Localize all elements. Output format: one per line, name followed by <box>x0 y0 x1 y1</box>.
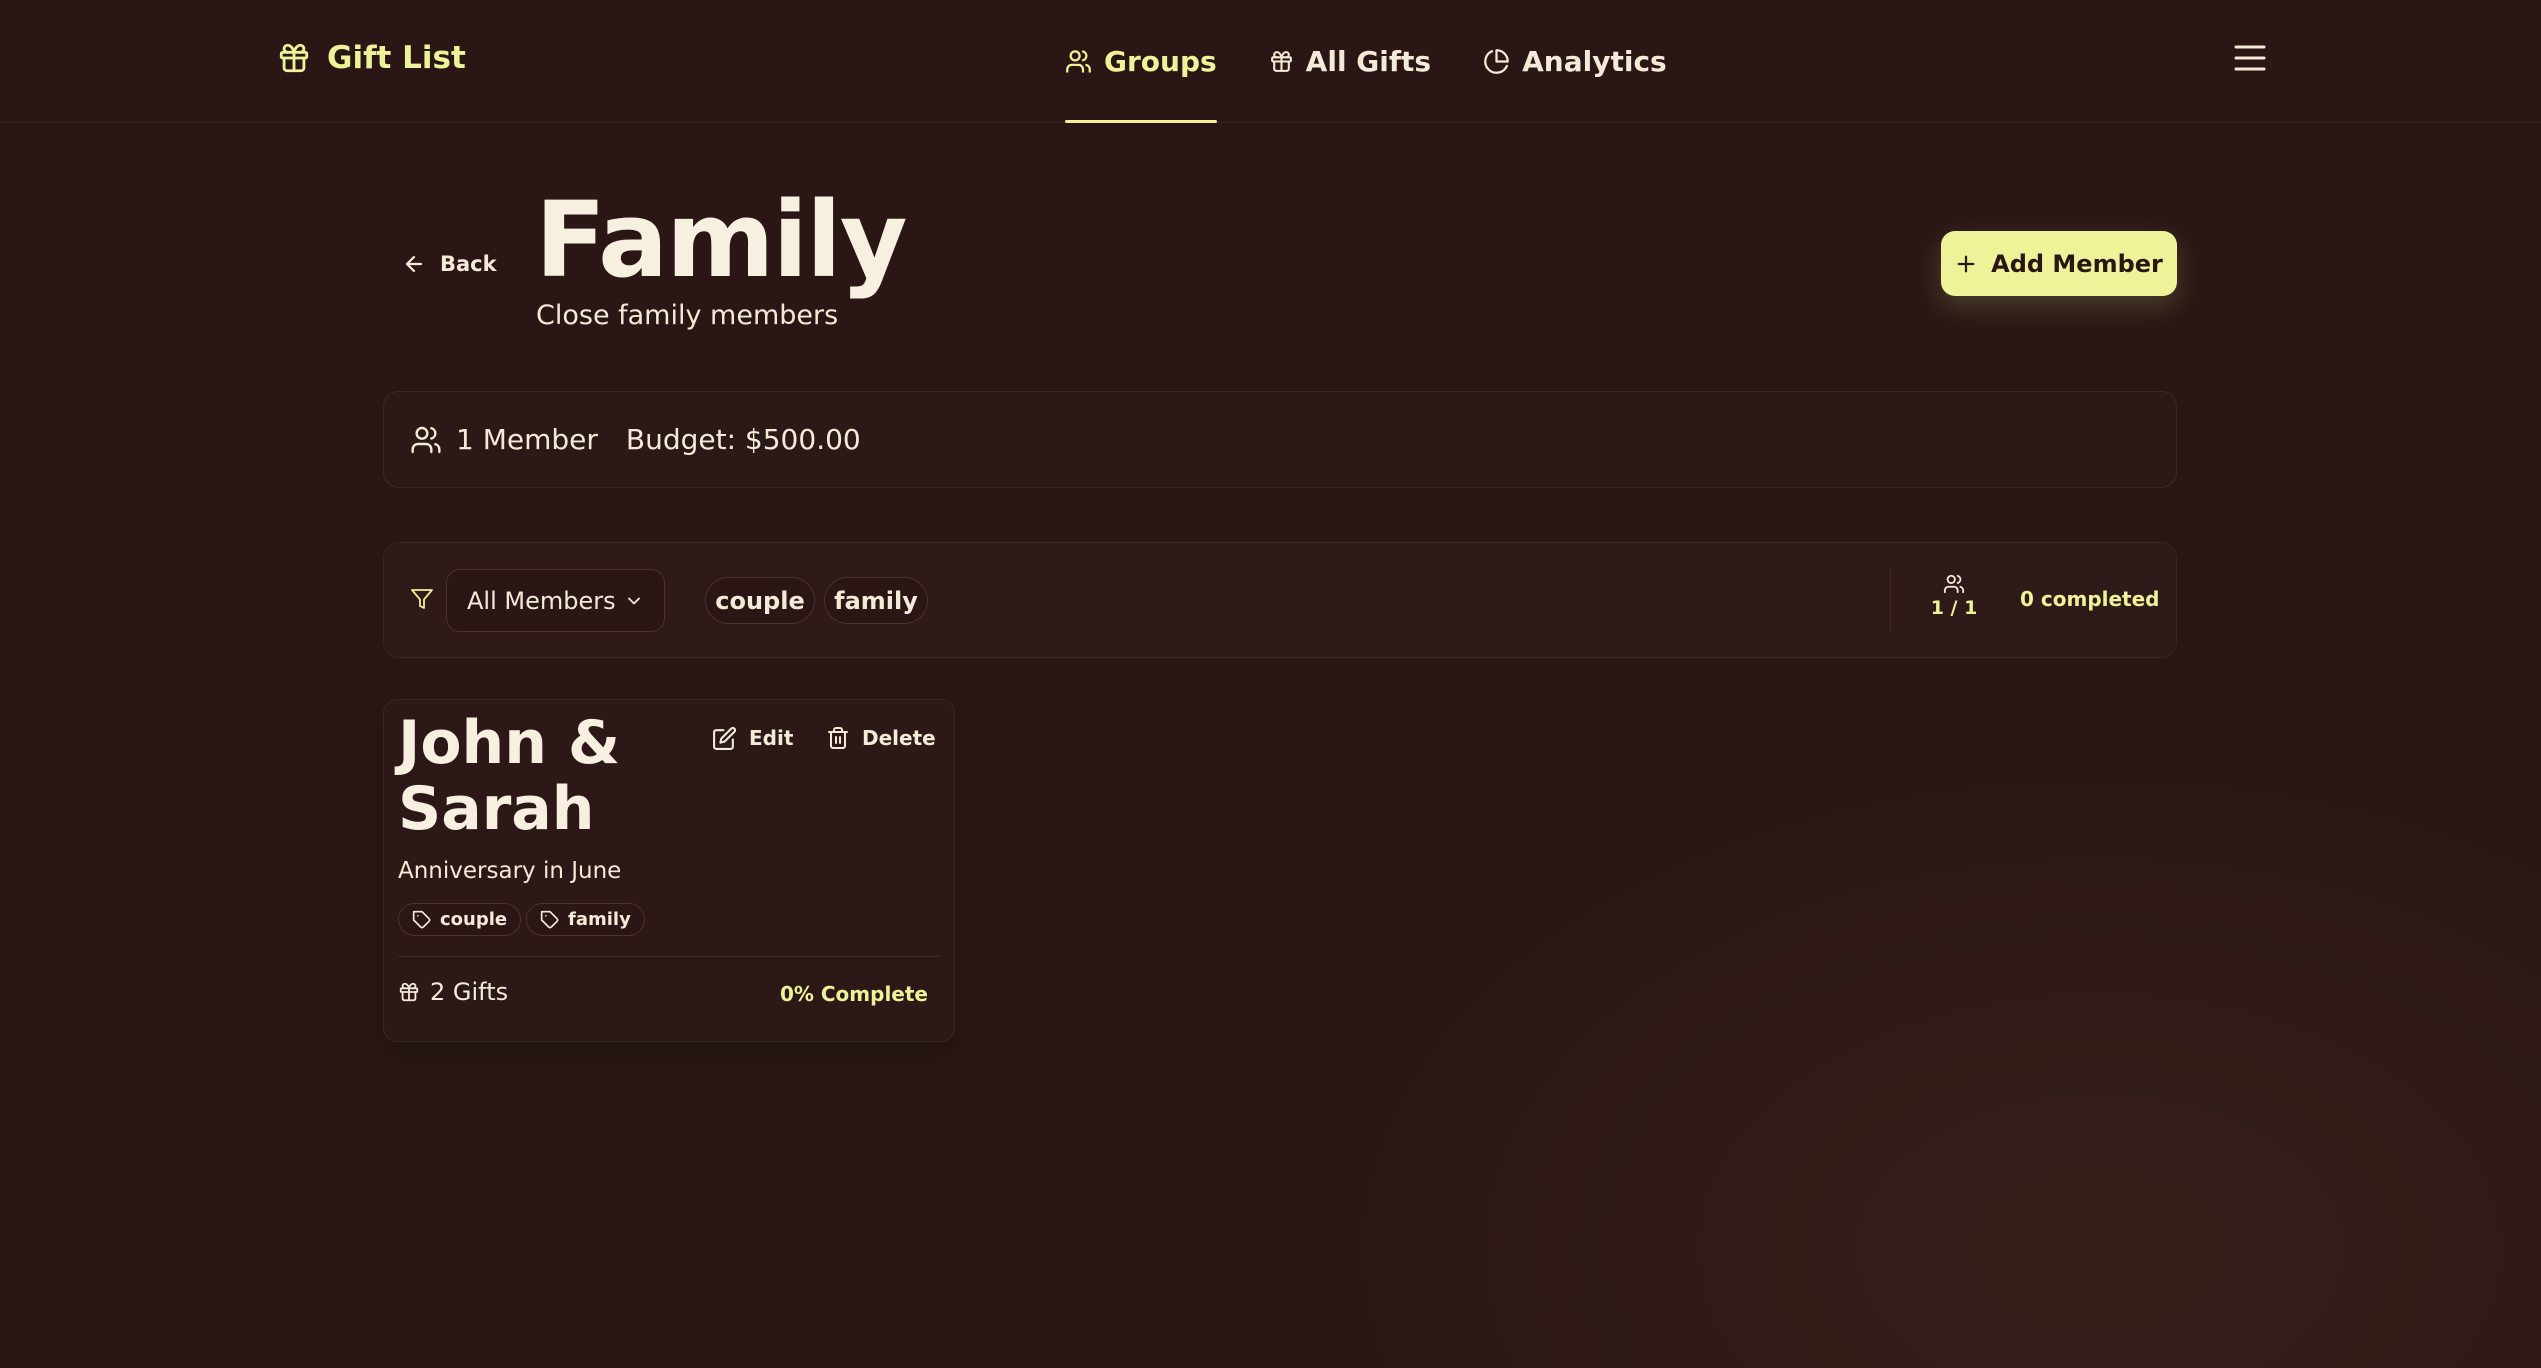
plus-icon <box>1955 253 1977 275</box>
back-label: Back <box>440 252 497 276</box>
edit-member-button[interactable]: Edit <box>712 722 793 754</box>
tag-filter-couple[interactable]: couple <box>705 577 815 624</box>
edit-label: Edit <box>749 726 794 750</box>
member-gift-count: 2 Gifts <box>398 978 508 1006</box>
trash-icon <box>826 726 850 750</box>
chevron-down-icon <box>624 591 644 611</box>
nav-groups-label: Groups <box>1104 45 1217 78</box>
group-stats-bar: 1 Member Budget: $500.00 <box>383 391 2177 488</box>
members-progress: 1 / 1 <box>1928 573 1980 619</box>
add-member-button[interactable]: Add Member <box>1941 231 2177 296</box>
brand-logo-link[interactable]: Gift List <box>277 36 466 80</box>
users-icon <box>1943 573 1965 595</box>
filter-icon <box>410 587 434 611</box>
nav-analytics-label: Analytics <box>1522 45 1667 78</box>
nav-all-gifts-label: All Gifts <box>1305 45 1432 78</box>
member-name: John & Sarah <box>398 708 621 844</box>
gift-count-label: 2 Gifts <box>430 978 509 1006</box>
top-navbar: Gift List Groups All Gifts Analytics <box>0 0 2541 123</box>
member-complete-percent: 0% Complete <box>779 982 928 1006</box>
tag-icon <box>412 910 432 930</box>
member-tag-label: couple <box>440 909 508 930</box>
nav-analytics[interactable]: Analytics <box>1483 0 1667 123</box>
member-description: Anniversary in June <box>398 858 622 884</box>
pie-chart-icon <box>1483 48 1510 75</box>
card-divider <box>398 956 940 957</box>
delete-label: Delete <box>862 726 936 750</box>
filter-bar: All Members couple family 1 / 1 0 comple… <box>383 542 2177 658</box>
back-button[interactable]: Back <box>402 248 497 280</box>
tag-filter-family[interactable]: family <box>824 577 928 624</box>
member-tag-label: family <box>568 909 631 930</box>
add-member-label: Add Member <box>1991 249 2163 278</box>
member-tag-family[interactable]: family <box>526 903 645 936</box>
gift-icon <box>1269 49 1294 74</box>
brand-name: Gift List <box>327 40 466 76</box>
main-nav: Groups All Gifts Analytics <box>1065 0 1667 123</box>
users-icon <box>410 424 442 456</box>
edit-icon <box>712 726 737 751</box>
group-budget: Budget: $500.00 <box>625 423 861 456</box>
filter-divider <box>1890 569 1891 633</box>
nav-groups[interactable]: Groups <box>1065 0 1217 123</box>
delete-member-button[interactable]: Delete <box>826 722 936 754</box>
member-tag-couple[interactable]: couple <box>398 903 522 936</box>
nav-all-gifts[interactable]: All Gifts <box>1269 0 1431 123</box>
gift-icon <box>398 981 420 1003</box>
member-card[interactable]: John & Sarah Edit Delete Anniversary in … <box>383 699 955 1042</box>
arrow-left-icon <box>402 252 426 276</box>
members-progress-value: 1 / 1 <box>1930 597 1978 619</box>
users-icon <box>1065 48 1092 75</box>
page-subtitle: Close family members <box>536 300 839 331</box>
gift-icon <box>277 41 311 75</box>
member-count: 1 Member <box>456 423 598 456</box>
menu-icon <box>2233 43 2267 73</box>
hamburger-menu-button[interactable] <box>2230 38 2270 78</box>
completed-count: 0 completed <box>2020 587 2160 611</box>
tag-icon <box>540 910 560 930</box>
member-filter-value: All Members <box>467 586 616 615</box>
page-title: Family <box>535 179 908 301</box>
member-filter-select[interactable]: All Members <box>446 569 665 632</box>
